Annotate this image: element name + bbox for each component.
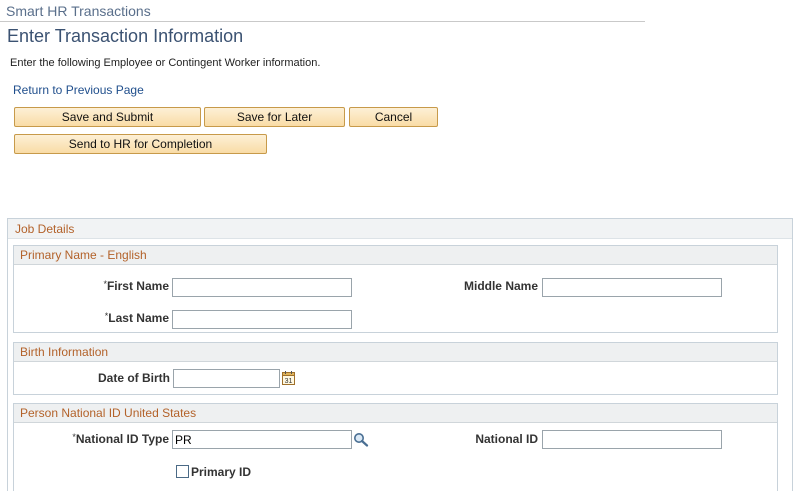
last-name-input[interactable] bbox=[172, 310, 352, 329]
first-name-label: *First Name bbox=[103, 279, 169, 293]
last-name-label: *Last Name bbox=[104, 311, 169, 325]
job-details-panel: Job Details Primary Name - English *Firs… bbox=[7, 218, 793, 491]
primary-name-section: Primary Name - English *First Name Middl… bbox=[13, 245, 778, 333]
primary-id-label: Primary ID bbox=[191, 465, 252, 479]
return-to-previous-page-link[interactable]: Return to Previous Page bbox=[13, 83, 144, 97]
national-id-type-input[interactable] bbox=[172, 430, 352, 449]
date-of-birth-input[interactable] bbox=[173, 369, 280, 388]
national-id-header: Person National ID United States bbox=[14, 404, 777, 423]
page-title: Enter Transaction Information bbox=[7, 26, 244, 46]
title-divider bbox=[0, 21, 645, 22]
save-and-submit-button[interactable]: Save and Submit bbox=[14, 107, 201, 127]
national-id-section: Person National ID United States *Nation… bbox=[13, 403, 778, 491]
send-to-hr-button[interactable]: Send to HR for Completion bbox=[14, 134, 267, 154]
birth-information-section: Birth Information Date of Birth 31 bbox=[13, 342, 778, 395]
national-id-label: National ID bbox=[475, 432, 538, 446]
birth-information-header: Birth Information bbox=[14, 343, 777, 362]
primary-id-checkbox[interactable] bbox=[176, 465, 189, 478]
cancel-button[interactable]: Cancel bbox=[349, 107, 438, 127]
instructions-text: Enter the following Employee or Continge… bbox=[10, 57, 321, 69]
svg-text:31: 31 bbox=[285, 378, 293, 385]
middle-name-label: Middle Name bbox=[463, 279, 538, 293]
first-name-input[interactable] bbox=[172, 278, 352, 297]
magnifier-lookup-icon[interactable] bbox=[353, 432, 369, 450]
app-title: Smart HR Transactions bbox=[6, 3, 151, 19]
national-id-type-label: *National ID Type bbox=[72, 432, 169, 446]
middle-name-input[interactable] bbox=[542, 278, 722, 297]
save-for-later-button[interactable]: Save for Later bbox=[204, 107, 345, 127]
date-of-birth-label: Date of Birth bbox=[98, 371, 170, 385]
calendar-icon[interactable]: 31 bbox=[282, 371, 295, 388]
job-details-header: Job Details bbox=[8, 219, 792, 239]
national-id-input[interactable] bbox=[542, 430, 722, 449]
primary-name-header: Primary Name - English bbox=[14, 246, 777, 265]
